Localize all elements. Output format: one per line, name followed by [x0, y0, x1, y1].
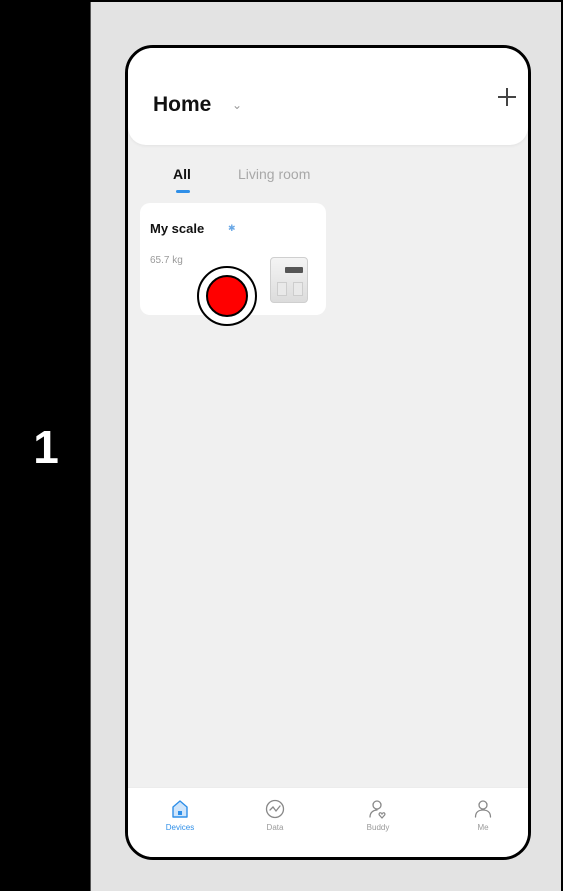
header: Home ⌄ — [128, 48, 528, 145]
nav-label-me: Me — [477, 823, 489, 832]
bottom-navigation: Devices Data Buddy Me — [128, 787, 528, 857]
nav-label-devices: Devices — [165, 823, 195, 832]
manual-page: 1 Home ⌄ All Living room My scale ✱ 65.7… — [0, 0, 565, 893]
step-number: 1 — [33, 421, 59, 473]
buddy-icon — [369, 800, 386, 819]
home-device-icon — [172, 800, 188, 818]
device-name: My scale — [150, 221, 205, 236]
active-tab-indicator — [176, 190, 190, 193]
nav-data[interactable]: Data — [245, 798, 305, 832]
chevron-down-icon[interactable]: ⌄ — [232, 98, 242, 112]
nav-devices[interactable]: Devices — [150, 798, 210, 832]
room-tabs: All Living room — [128, 160, 528, 200]
step-sidebar: 1 — [2, 2, 90, 891]
nav-label-buddy: Buddy — [366, 823, 390, 832]
activity-chart-icon — [265, 799, 285, 819]
add-icon[interactable] — [496, 86, 518, 108]
nav-buddy[interactable]: Buddy — [348, 798, 408, 832]
bluetooth-icon: ✱ — [228, 223, 236, 233]
tab-all[interactable]: All — [173, 166, 191, 182]
tab-living-room[interactable]: Living room — [238, 166, 310, 182]
nav-me[interactable]: Me — [453, 798, 513, 832]
tap-indicator — [197, 266, 257, 326]
phone-screen: Home ⌄ All Living room My scale ✱ 65.7 k… — [125, 45, 531, 860]
person-icon — [474, 800, 492, 818]
device-weight: 65.7 kg — [150, 255, 183, 266]
home-selector[interactable]: Home — [153, 93, 211, 117]
nav-label-data: Data — [266, 823, 284, 832]
scale-icon — [266, 253, 312, 303]
